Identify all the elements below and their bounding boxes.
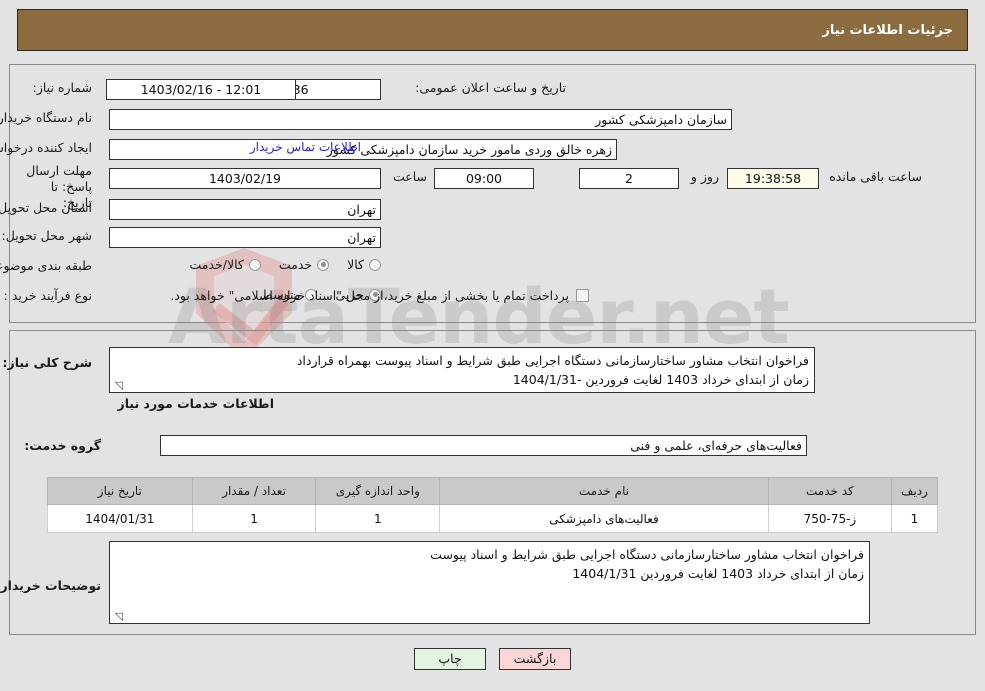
countdown-timer-value: 19:38:58 (727, 168, 819, 189)
requester-value: زهره خالق وردی مامور خرید سازمان دامپزشک… (109, 139, 617, 160)
buyer-notes-line2: زمان از ابتدای خرداد 1403 لغایت فروردین … (572, 566, 864, 581)
category-row: طبقه بندی موضوعی: (0, 258, 92, 273)
need-number-label: شماره نیاز: (32, 80, 92, 95)
category-option-khedmat-label: خدمت (278, 257, 313, 272)
cell-need-date: 1404/01/31 (47, 504, 193, 533)
treasury-text: پرداخت تمام یا بخشی از مبلغ خرید،از محل … (170, 288, 569, 303)
province-value: تهران (109, 199, 381, 220)
page-header: جزئیات اطلاعات نیاز (17, 9, 968, 51)
buyer-contact-link[interactable]: اطلاعات تماس خریدار (250, 140, 361, 154)
remaining-label-wrap: ساعت باقی مانده (829, 169, 922, 184)
col-unit: واحد اندازه گیری (315, 477, 441, 505)
buyer-notes-label: توضیحات خریدار: (0, 578, 101, 593)
cell-row: 1 (890, 504, 939, 533)
col-row: ردیف (890, 477, 939, 505)
cell-code: ز-75-750 (767, 504, 892, 533)
cell-quantity: 1 (191, 504, 317, 533)
province-row: استان محل تحویل: (0, 200, 92, 215)
need-details-panel (9, 64, 976, 323)
description-line1: فراخوان انتخاب مشاور ساختارسازمانی دستگا… (296, 353, 809, 368)
treasury-row: پرداخت تمام یا بخشی از مبلغ خرید،از محل … (170, 288, 589, 303)
requester-label: ایجاد کننده درخواست: (0, 140, 92, 155)
description-label: شرح کلی نیاز: (2, 355, 92, 370)
buyer-notes-row: توضیحات خریدار: (0, 578, 101, 593)
deadline-time-value: 09:00 (434, 168, 534, 189)
process-label: نوع فرآیند خرید : (3, 288, 92, 303)
buyer-org-value: سازمان دامپزشکی کشور (109, 109, 732, 130)
buyer-org-label: نام دستگاه خریدار: (0, 110, 92, 125)
col-name: نام خدمت (439, 477, 769, 505)
remaining-days-label: روز و (690, 169, 719, 184)
radio-icon[interactable] (369, 258, 381, 271)
resize-grip-icon[interactable]: ◹ (113, 380, 123, 391)
table-row: 1 ز-75-750 فعالیت‌های دامپزشکی 1 1 1404/… (47, 504, 939, 533)
requester-row: ایجاد کننده درخواست: (0, 140, 92, 155)
category-label: طبقه بندی موضوعی: (0, 258, 92, 273)
page-title: جزئیات اطلاعات نیاز (822, 22, 953, 38)
description-line2: زمان از ابتدای خرداد 1403 لغایت فروردین … (512, 372, 809, 387)
deadline-time-label: ساعت (392, 169, 427, 184)
buyer-notes-line1: فراخوان انتخاب مشاور ساختارسازمانی دستگا… (430, 547, 864, 562)
cell-unit: 1 (315, 504, 441, 533)
radio-icon[interactable] (317, 258, 330, 271)
col-code: کد خدمت (767, 477, 892, 505)
cell-name: فعالیت‌های دامپزشکی (439, 504, 769, 533)
resize-grip-icon[interactable]: ◹ (113, 611, 123, 622)
col-quantity: تعداد / مقدار (191, 477, 317, 505)
buyer-notes-textarea[interactable]: فراخوان انتخاب مشاور ساختارسازمانی دستگا… (109, 541, 870, 624)
city-row: شهر محل تحویل: (2, 228, 92, 243)
public-announce-label: تاریخ و ساعت اعلان عمومی: (415, 80, 566, 95)
description-textarea[interactable]: فراخوان انتخاب مشاور ساختارسازمانی دستگا… (109, 347, 815, 393)
service-group-label: گروه خدمت: (24, 438, 101, 453)
days-label-wrap: روز و (691, 169, 719, 184)
description-row: شرح کلی نیاز: (3, 355, 92, 370)
city-value: تهران (109, 227, 381, 248)
category-option-kala[interactable]: کالا (347, 257, 381, 272)
need-number-row: شماره نیاز: (33, 80, 92, 95)
service-group-value: فعالیت‌های حرفه‌ای، علمی و فنی (160, 435, 807, 456)
category-option-kala-label: کالا (347, 257, 364, 272)
category-option-khedmat[interactable]: خدمت (278, 257, 330, 272)
remaining-days-value: 2 (579, 168, 679, 189)
deadline-date-value: 1403/02/19 (109, 168, 381, 189)
services-table: ردیف کد خدمت نام خدمت واحد اندازه گیری ت… (47, 477, 939, 533)
action-buttons-bar: بازگشت چاپ (0, 648, 985, 670)
radio-icon[interactable] (248, 258, 261, 271)
contact-link-wrap[interactable]: اطلاعات تماس خریدار (250, 140, 361, 154)
time-label-wrap: ساعت (393, 169, 427, 184)
back-button[interactable]: بازگشت (499, 648, 571, 670)
category-radio-group: کالا خدمت کالا/خدمت (171, 257, 381, 272)
service-group-row: گروه خدمت: (24, 438, 101, 453)
remaining-hours-label: ساعت باقی مانده (829, 169, 922, 184)
print-button[interactable]: چاپ (414, 648, 486, 670)
category-option-kala-khedmat-label: کالا/خدمت (189, 257, 244, 272)
treasury-checkbox[interactable] (576, 289, 589, 302)
category-option-kala-khedmat[interactable]: کالا/خدمت (189, 257, 261, 272)
province-label: استان محل تحویل: (0, 200, 92, 215)
table-header-row: ردیف کد خدمت نام خدمت واحد اندازه گیری ت… (47, 477, 939, 505)
city-label: شهر محل تحویل: (1, 228, 92, 243)
process-row: نوع فرآیند خرید : (4, 288, 92, 303)
buyer-org-row: نام دستگاه خریدار: (0, 110, 92, 125)
public-announce-label-wrap: تاریخ و ساعت اعلان عمومی: (415, 80, 566, 95)
services-section-heading: اطلاعات خدمات مورد نیاز (117, 396, 275, 411)
public-announce-value: 1403/02/16 - 12:01 (106, 79, 296, 100)
col-need-date: تاریخ نیاز (47, 477, 193, 505)
